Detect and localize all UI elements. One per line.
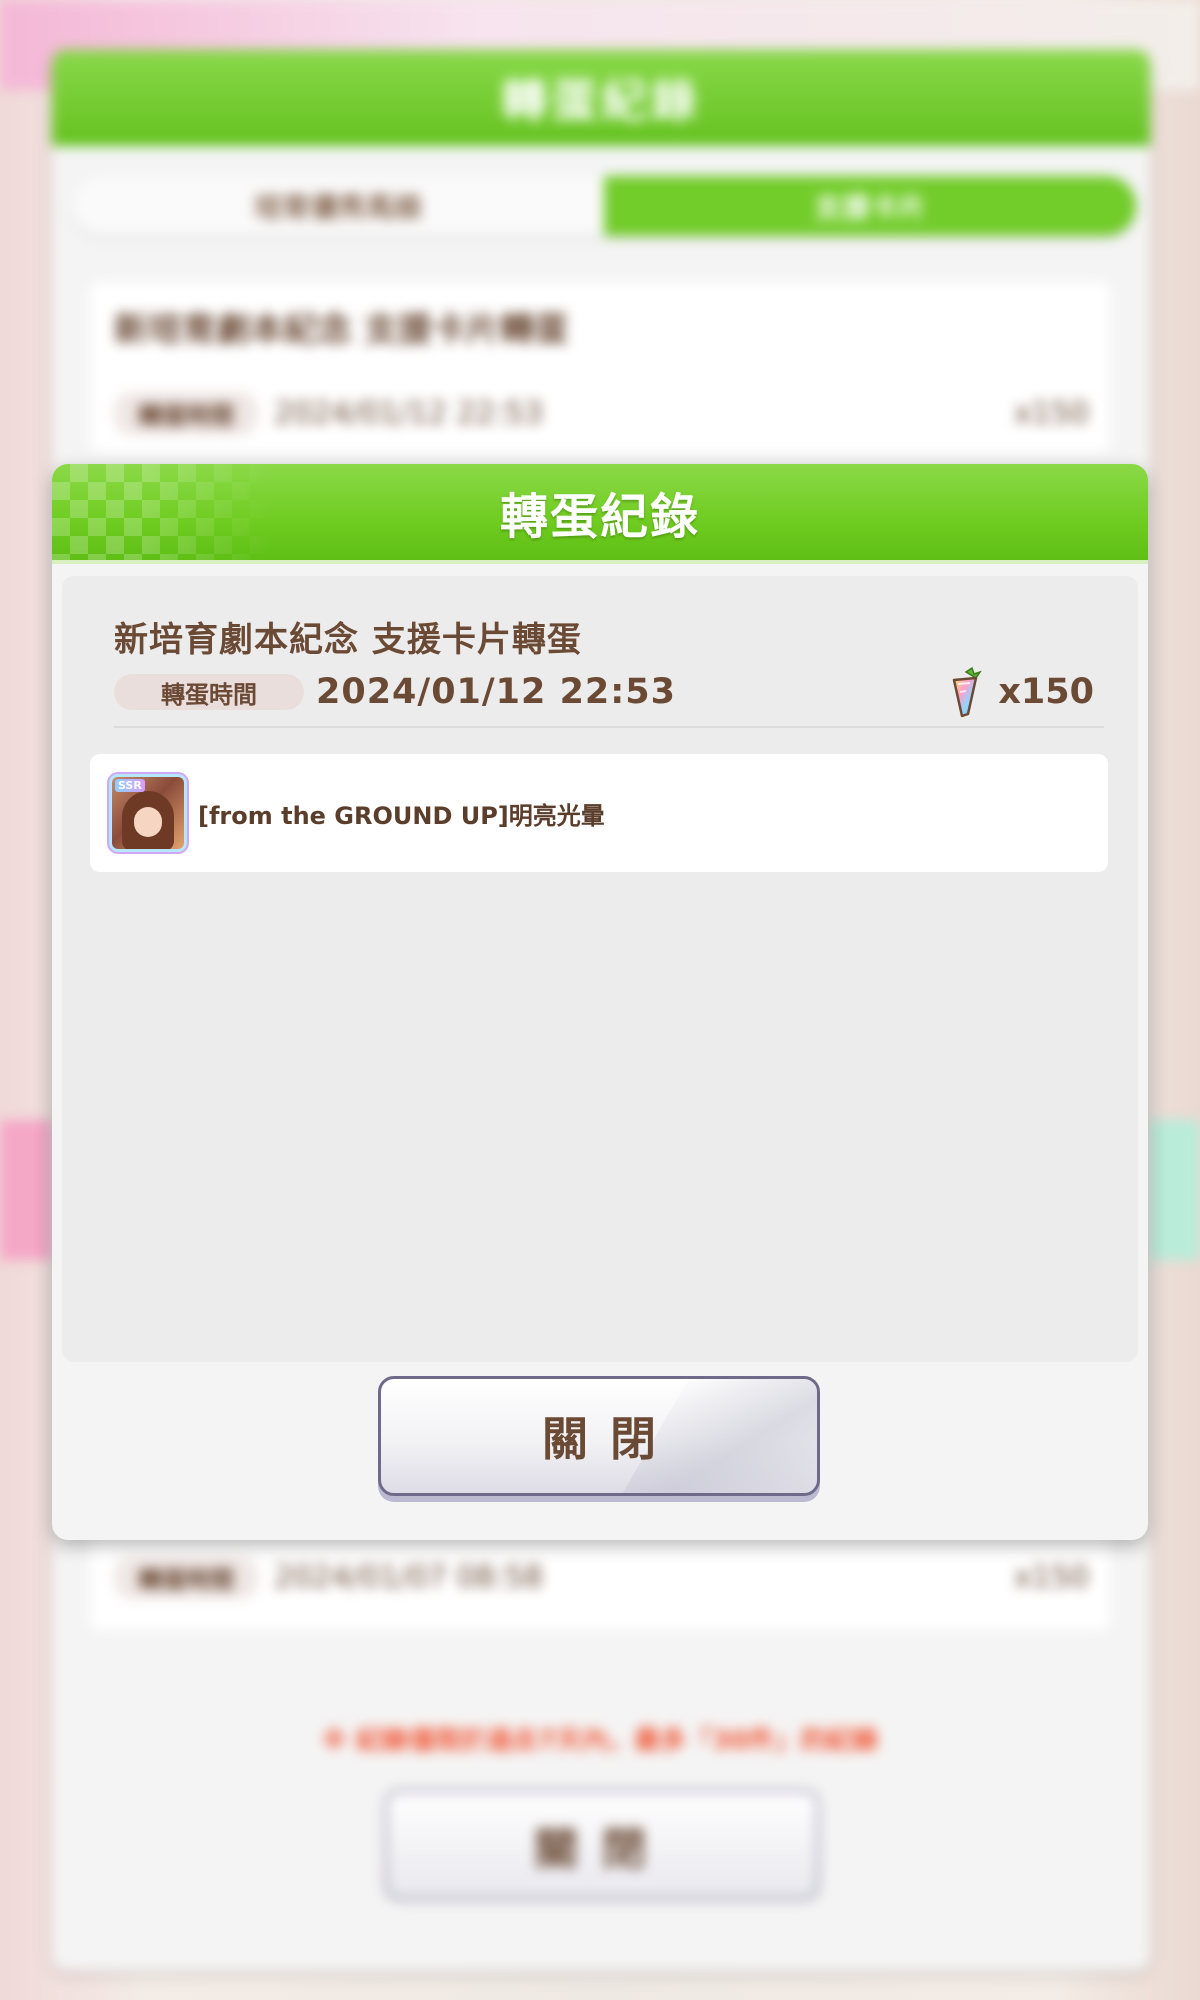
tab-outstanding-uma[interactable]: 培育優秀馬娘: [72, 176, 604, 236]
background-decoration: [0, 1120, 60, 1260]
background-record-card[interactable]: 轉蛋時間 2024/01/07 08:58 x150: [90, 1530, 1110, 1630]
gacha-time-row: 轉蛋時間 2024/01/12 22:53 x150: [114, 666, 1094, 718]
background-close-button: 關閉: [385, 1790, 819, 1900]
gacha-record-dialog: 轉蛋紀錄 新培育劇本紀念 支援卡片轉蛋 轉蛋時間 2024/01/12 22:5…: [52, 464, 1148, 1540]
background-record-time-row: 轉蛋時間 2024/01/12 22:53 x150: [114, 392, 1089, 435]
result-item[interactable]: SSR [from the GROUND UP]明亮光暈: [90, 754, 1108, 872]
background-tabs: 培育優秀馬娘 支援卡片: [72, 176, 1136, 236]
background-time-label: 轉蛋時間: [114, 392, 258, 435]
background-note: ※ 紀錄僅限於過去7天內，最多「30件」的紀錄: [321, 1726, 879, 1756]
dialog-header: 轉蛋紀錄: [52, 464, 1148, 560]
support-card-thumbnail: SSR: [112, 777, 184, 849]
dialog-body: 新培育劇本紀念 支援卡片轉蛋 轉蛋時間 2024/01/12 22:53 x15…: [62, 576, 1138, 1362]
background-cost: x150: [1014, 1560, 1090, 1595]
background-time-label: 轉蛋時間: [114, 1556, 258, 1599]
background-record-card[interactable]: 新培育劇本紀念 支援卡片轉蛋 轉蛋時間 2024/01/12 22:53 x15…: [90, 282, 1110, 452]
time-label-badge: 轉蛋時間: [114, 674, 304, 710]
time-value: 2024/01/12 22:53: [316, 672, 676, 712]
tab-support-card[interactable]: 支援卡片: [604, 176, 1136, 236]
carrot-jewel-icon: [953, 666, 983, 718]
dialog-title: 轉蛋紀錄: [499, 489, 700, 545]
background-time-value: 2024/01/12 22:53: [274, 396, 543, 431]
support-card-name: [from the GROUND UP]明亮光暈: [198, 801, 605, 830]
divider: [114, 726, 1104, 728]
header-divider: [52, 560, 1148, 564]
background-title: 轉蛋紀錄: [52, 50, 1150, 146]
gacha-cost: x150: [942, 666, 1094, 718]
gacha-name: 新培育劇本紀念 支援卡片轉蛋: [114, 620, 582, 660]
background-cost: x150: [1014, 396, 1090, 431]
close-button[interactable]: 關閉: [378, 1376, 820, 1496]
close-button-label: 關閉: [542, 1412, 678, 1466]
background-record-name: 新培育劇本紀念 支援卡片轉蛋: [114, 310, 568, 350]
background-time-value: 2024/01/07 08:58: [274, 1560, 543, 1595]
cost-amount: x150: [998, 672, 1094, 712]
rarity-badge: SSR: [115, 779, 145, 792]
background-record-time-row: 轉蛋時間 2024/01/07 08:58 x150: [114, 1556, 1089, 1599]
